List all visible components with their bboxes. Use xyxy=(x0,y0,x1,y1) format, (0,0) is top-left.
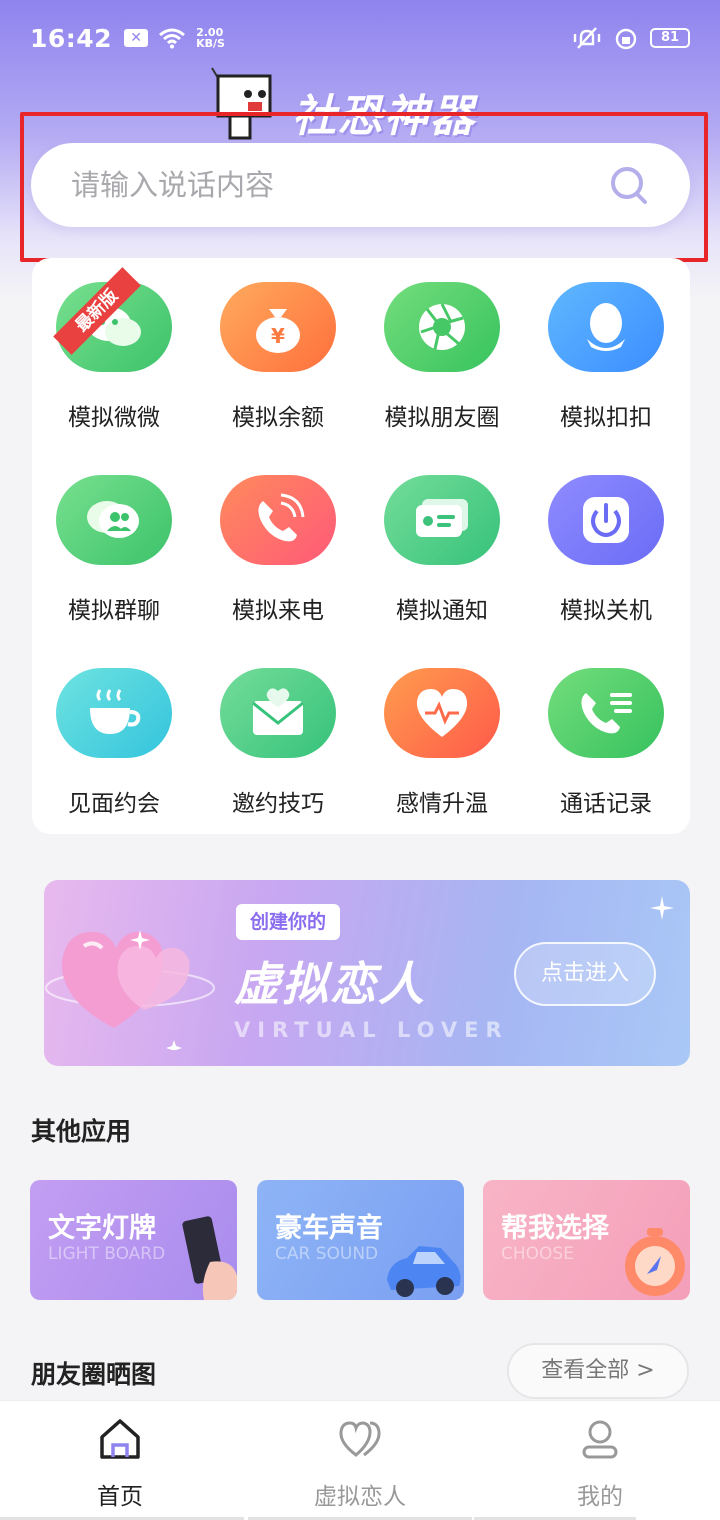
grid-item-label: 模拟微微 xyxy=(68,405,160,431)
network-speed-unit: KB/S xyxy=(196,37,225,50)
grid-item-simulate-notification[interactable]: 模拟通知 xyxy=(360,451,524,641)
grid-item-label: 模拟通知 xyxy=(396,598,488,624)
wifi-icon xyxy=(159,28,186,49)
app-card-subtitle: CHOOSE xyxy=(501,1244,574,1264)
view-all-button[interactable]: 查看全部 > xyxy=(507,1343,689,1399)
grid-item-label: 模拟来电 xyxy=(232,598,324,624)
nav-item-home[interactable]: 首页 xyxy=(0,1401,244,1520)
virtual-lover-banner[interactable]: 创建你的 虚拟恋人 VIRTUAL LOVER 点击进入 xyxy=(44,880,690,1066)
app-card-title: 文字灯牌 xyxy=(48,1213,156,1244)
nav-item-profile[interactable]: 我的 xyxy=(474,1401,720,1520)
heartbeat-icon xyxy=(384,668,500,758)
phone-ringing-icon xyxy=(220,475,336,565)
nav-label: 首页 xyxy=(97,1484,143,1510)
grid-item-simulate-wechat[interactable]: 最新版 模拟微微 xyxy=(32,258,196,448)
spinner-wheel-icon xyxy=(625,1228,685,1296)
app-card-choose-for-me[interactable]: 帮我选择 CHOOSE xyxy=(483,1180,690,1300)
battery-indicator: 81 xyxy=(650,28,690,48)
power-icon xyxy=(548,475,664,565)
app-card-title: 豪车声音 xyxy=(275,1213,383,1244)
other-apps-title: 其他应用 xyxy=(31,1117,132,1146)
grid-item-meeting-date[interactable]: 见面约会 xyxy=(32,644,196,834)
penguin-icon xyxy=(548,282,664,372)
grid-item-label: 模拟余额 xyxy=(232,405,324,431)
home-icon xyxy=(100,1419,140,1459)
search-bar[interactable] xyxy=(31,143,690,227)
banner-subtitle: VIRTUAL LOVER xyxy=(234,1018,509,1042)
network-speed: 2.00 KB/S xyxy=(196,27,225,49)
grid-item-simulate-qq[interactable]: 模拟扣扣 xyxy=(524,258,688,448)
nav-label: 虚拟恋人 xyxy=(314,1484,406,1510)
grid-item-label: 见面约会 xyxy=(68,791,160,817)
notification-x-icon: ✕ xyxy=(124,29,149,47)
app-card-subtitle: LIGHT BOARD xyxy=(48,1244,166,1264)
grid-item-label: 通话记录 xyxy=(560,791,652,817)
grid-item-simulate-shutdown[interactable]: 模拟关机 xyxy=(524,451,688,641)
status-bar: 16:42 ✕ 2.00 KB/S 81 xyxy=(0,0,720,76)
nav-item-virtual-lover[interactable]: 虚拟恋人 xyxy=(240,1401,480,1520)
search-icon[interactable] xyxy=(608,164,650,206)
nav-label: 我的 xyxy=(577,1484,623,1510)
grid-item-simulate-moments[interactable]: 模拟朋友圈 xyxy=(360,258,524,448)
enter-button[interactable]: 点击进入 xyxy=(514,942,656,1006)
app-card-title: 帮我选择 xyxy=(501,1213,609,1244)
sports-car-icon xyxy=(387,1246,461,1297)
grid-item-label: 模拟群聊 xyxy=(68,598,160,624)
aperture-icon xyxy=(384,282,500,372)
grid-item-label: 模拟朋友圈 xyxy=(384,405,500,431)
grid-item-simulate-balance[interactable]: ¥ 模拟余额 xyxy=(196,258,360,448)
vibrate-icon xyxy=(573,27,601,49)
status-time: 16:42 xyxy=(30,23,113,53)
double-heart-icon xyxy=(339,1421,381,1457)
heart-balloon-icon xyxy=(45,930,215,1050)
bottom-nav: 首页 虚拟恋人 我的 xyxy=(0,1400,720,1520)
moments-title: 朋友圈晒图 xyxy=(31,1360,157,1389)
feature-grid: 最新版 模拟微微 ¥ 模拟余额 模拟朋友圈 模拟扣扣 模拟群聊 模拟来电 模拟通… xyxy=(32,258,690,834)
grid-item-label: 感情升温 xyxy=(396,791,488,817)
grid-item-invitation-tips[interactable]: 邀约技巧 xyxy=(196,644,360,834)
notification-icon xyxy=(384,475,500,565)
grid-item-simulate-call[interactable]: 模拟来电 xyxy=(196,451,360,641)
svg-text:¥: ¥ xyxy=(271,324,285,348)
alarm-icon xyxy=(615,28,637,50)
sparkle-icon xyxy=(650,896,674,920)
search-input[interactable] xyxy=(71,168,608,202)
group-chat-icon xyxy=(56,475,172,565)
call-log-icon xyxy=(548,668,664,758)
phone-in-hand-icon xyxy=(182,1216,237,1300)
money-bag-icon: ¥ xyxy=(220,282,336,372)
banner-chip: 创建你的 xyxy=(236,904,341,940)
app-card-car-sound[interactable]: 豪车声音 CAR SOUND xyxy=(257,1180,464,1300)
grid-item-relationship-warmup[interactable]: 感情升温 xyxy=(360,644,524,834)
coffee-cup-icon xyxy=(56,668,172,758)
grid-item-label: 模拟关机 xyxy=(560,598,652,624)
heart-envelope-icon xyxy=(220,668,336,758)
grid-item-simulate-group-chat[interactable]: 模拟群聊 xyxy=(32,451,196,641)
app-card-subtitle: CAR SOUND xyxy=(275,1244,379,1264)
grid-item-label: 模拟扣扣 xyxy=(560,405,652,431)
app-card-light-board[interactable]: 文字灯牌 LIGHT BOARD xyxy=(30,1180,237,1300)
grid-item-call-log[interactable]: 通话记录 xyxy=(524,644,688,834)
user-icon xyxy=(582,1420,618,1459)
banner-title: 虚拟恋人 xyxy=(234,957,426,1011)
grid-item-label: 邀约技巧 xyxy=(232,791,324,817)
